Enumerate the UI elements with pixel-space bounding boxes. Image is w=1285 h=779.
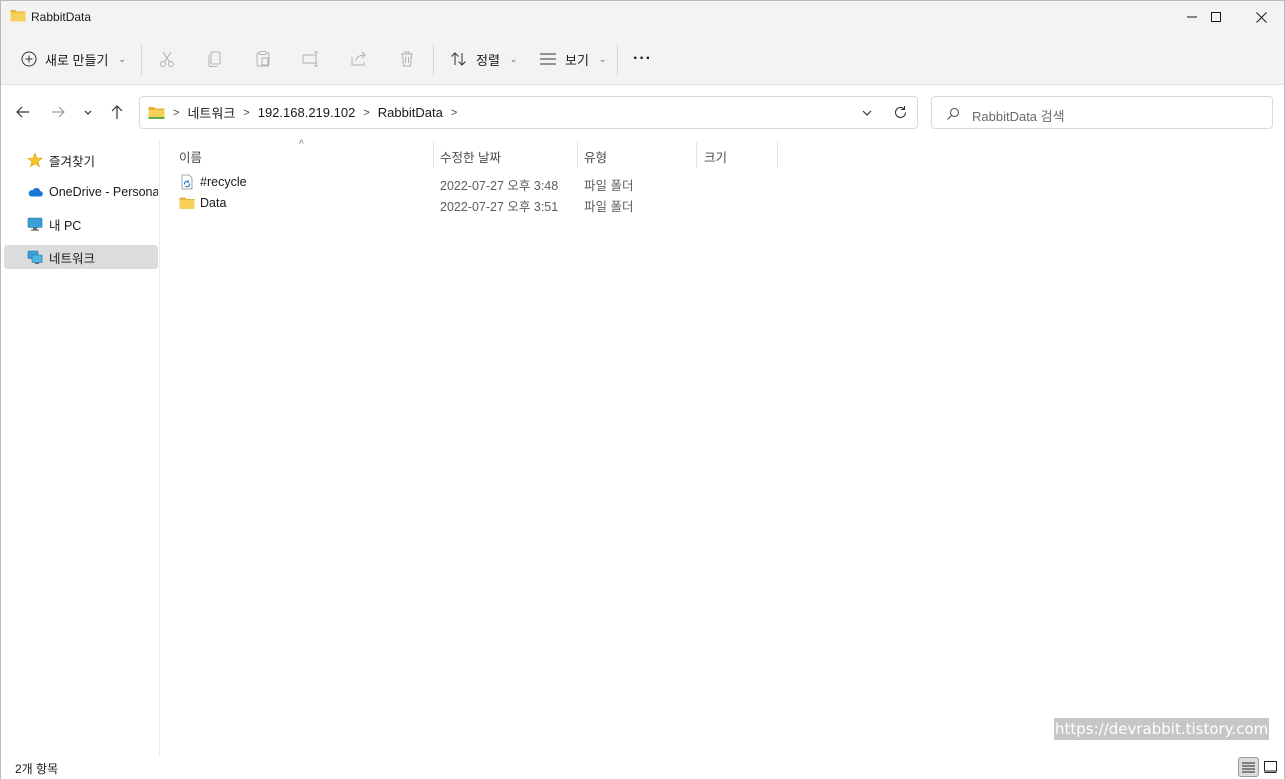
recent-locations-chevron-icon[interactable] [81,103,95,121]
delete-icon[interactable] [397,49,417,69]
column-header-type[interactable]: 유형 [584,145,607,167]
details-view-button[interactable] [1238,757,1259,777]
breadcrumb-separator: > [450,106,458,119]
file-modified-date: 2022-07-27 오후 3:48 [440,179,559,193]
copy-icon[interactable] [205,49,225,69]
navigation-pane: 즐겨찾기 OneDrive - Personal 내 PC 네트워크 [1,139,160,756]
breadcrumb-network[interactable]: 네트워크 [187,103,235,122]
rename-icon[interactable] [301,49,321,69]
chevron-down-icon: ⌄ [598,53,607,64]
view-list-icon [540,53,556,65]
table-row[interactable]: Data 2022-07-27 오후 3:51 파일 폴더 [175,193,795,214]
breadcrumb: > 네트워크 > 192.168.219.102 > RabbitData > [148,97,457,128]
maximize-icon [1211,12,1221,22]
sidebar-item-favorites[interactable]: 즐겨찾기 [4,148,158,172]
sidebar-item-label: OneDrive - Personal [49,185,158,199]
explorer-window: RabbitData 새로 만들기 ⌄ 정렬 ⌄ 보기 ⌄ ··· > 네트워크… [0,0,1285,779]
view-button-label: 보기 [565,52,589,68]
breadcrumb-separator: > [363,106,370,119]
column-divider[interactable] [577,142,578,168]
view-button[interactable]: 보기 ⌄ [539,45,606,73]
column-header-size[interactable]: 크기 [704,145,727,167]
column-header-date[interactable]: 수정한 날짜 [440,145,501,167]
sort-button-label: 정렬 [476,52,500,68]
column-divider[interactable] [696,142,697,168]
breadcrumb-rabbitdata[interactable]: RabbitData [378,105,443,120]
paste-icon[interactable] [253,49,273,69]
cloud-icon [28,188,43,197]
breadcrumb-separator: > [243,106,250,119]
status-bar: 2개 항목 [1,756,1284,779]
breadcrumb-host[interactable]: 192.168.219.102 [258,105,356,120]
breadcrumb-separator: > [173,106,180,119]
sidebar-item-label: 내 PC [49,218,82,233]
table-row[interactable]: #recycle 2022-07-27 오후 3:48 파일 폴더 [175,172,795,193]
file-list-pane: ^ 이름 수정한 날짜 유형 크기 #recycle 2022-07-27 오후… [161,139,1284,756]
folder-icon [10,10,26,22]
cut-icon[interactable] [157,49,177,69]
sort-icon [451,52,466,66]
column-header-name[interactable]: 이름 [179,145,202,167]
large-icons-view-icon [1264,761,1277,773]
column-divider[interactable] [433,142,434,168]
divider [141,45,142,75]
folder-icon [148,107,165,119]
chevron-down-icon: ⌄ [509,53,518,64]
watermark-url: https://devrabbit.tistory.com [1054,718,1270,740]
recycle-folder-icon [181,174,193,190]
column-divider[interactable] [777,142,778,168]
command-bar: 새로 만들기 ⌄ 정렬 ⌄ 보기 ⌄ ··· [1,33,1284,85]
divider [617,45,618,75]
file-name: Data [200,196,227,210]
file-modified-date: 2022-07-27 오후 3:51 [440,200,559,214]
address-bar[interactable]: > 네트워크 > 192.168.219.102 > RabbitData > [139,96,918,129]
sort-ascending-caret-icon: ^ [299,139,304,150]
back-arrow-icon[interactable] [14,103,32,121]
new-button-label: 새로 만들기 [45,52,109,68]
add-circle-icon [21,51,37,67]
network-icon [27,250,43,264]
navigation-row: > 네트워크 > 192.168.219.102 > RabbitData > … [1,86,1284,139]
chevron-down-icon: ⌄ [118,53,126,64]
sidebar-item-this-pc[interactable]: 내 PC [4,212,158,236]
folder-icon [179,197,195,209]
star-icon [27,152,43,168]
file-type: 파일 폴더 [584,200,634,214]
title-bar: RabbitData [1,1,1284,33]
monitor-icon [27,217,43,231]
sidebar-item-label: 즐겨찾기 [49,154,96,169]
up-arrow-icon[interactable] [108,103,126,121]
sidebar-item-label: 네트워크 [49,251,96,266]
share-icon[interactable] [349,49,369,69]
new-button[interactable]: 새로 만들기 ⌄ [21,45,126,73]
item-count: 2개 항목 [15,762,59,776]
divider [433,45,434,75]
close-button[interactable] [1238,1,1284,33]
sort-button[interactable]: 정렬 ⌄ [450,45,517,73]
more-options-button[interactable]: ··· [633,45,652,73]
large-icons-view-button[interactable] [1260,757,1281,777]
close-icon [1255,11,1267,23]
address-dropdown-chevron-icon[interactable] [861,107,873,119]
file-type: 파일 폴더 [584,179,634,193]
search-icon [947,107,960,120]
file-name: #recycle [200,175,247,189]
search-input[interactable]: RabbitData 검색 [931,96,1273,129]
forward-arrow-icon[interactable] [49,103,67,121]
details-view-icon [1242,762,1255,772]
refresh-icon[interactable] [893,105,908,120]
search-placeholder: RabbitData 검색 [972,109,1065,124]
more-icon: ··· [633,50,652,67]
sidebar-item-onedrive[interactable]: OneDrive - Personal [4,180,158,204]
maximize-button[interactable] [1193,1,1239,33]
window-title: RabbitData [31,10,92,24]
sidebar-item-network[interactable]: 네트워크 [4,245,158,269]
